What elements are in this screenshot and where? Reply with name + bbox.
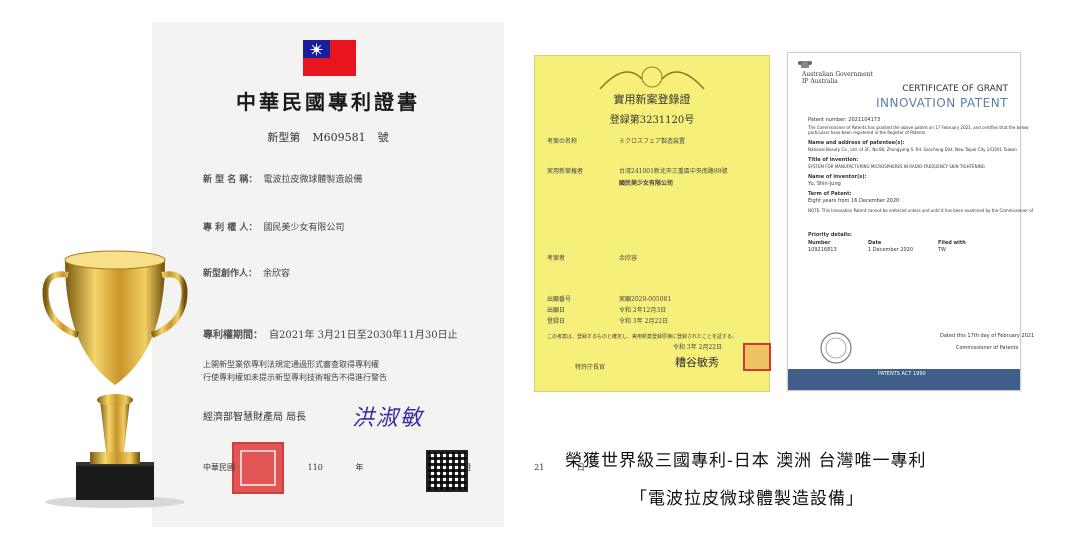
taiwan-patent-certificate: 中華民國專利證書 新型第 M609581 號 新 型 名 稱： 電波拉皮微球體製造設備… [152, 22, 585, 527]
issuing-authority: 經濟部智慧財產局 局長 [203, 412, 307, 423]
patent-number: 新型第 M609581 號 [267, 131, 389, 144]
dated-line: Dated this 17th day of February 2021 [940, 333, 1035, 339]
jp-row: 実用新案権者 台湾241001新北市三重區中央南路98號 [547, 168, 728, 175]
jp-date: 令和 3年 2月22日 [673, 344, 723, 351]
caption-line-1: 榮獲世界級三國專利-日本 澳洲 台灣唯一專利 [565, 451, 927, 471]
intro-text: particulars have been registered in the … [808, 130, 927, 135]
term-value: Eight years from 16 December 2020 [808, 198, 900, 204]
certificate-of-grant-heading: CERTIFICATE OF GRANT [902, 84, 1008, 94]
priority-header: Filed with [938, 240, 966, 246]
jp-row: 國民美少女有限公司 [619, 180, 674, 187]
patentee-label: Name and address of patentee(s): [808, 140, 905, 146]
term-label: Term of Patent: [808, 191, 852, 197]
jp-row: 考案の名称 ミクロスフェア製造装置 [547, 138, 686, 145]
patents-act-label: PATENTS ACT 1990 [878, 371, 926, 377]
jp-row: 出願日 令和 2年12月3日 [547, 307, 667, 314]
note-text: NOTE: This Innovation Patent cannot be e… [808, 208, 1034, 213]
priority-header: Number [808, 240, 831, 246]
seal-icon [820, 332, 852, 364]
coat-of-arms-icon [798, 61, 812, 68]
caption-line-2: 「電波拉皮微球體製造設備」 [630, 489, 864, 509]
term-row: 專利權期間： 自2021年 3月21日至2030年11月30日止 [203, 330, 458, 341]
creator-row: 新型創作人： 余欣容 [203, 269, 291, 279]
invention-name-row: 新 型 名 稱： 電波拉皮微球體製造設備 [203, 175, 363, 185]
inventor-label: Name of inventor(s): [808, 174, 867, 180]
red-seal-stamp [743, 343, 771, 371]
priority-value: 1 December 2020 [868, 247, 914, 253]
inventor-value: Yu, Shin-Jung [808, 181, 841, 187]
jp-issuer: 特許庁長官 [575, 364, 606, 371]
jp-row: 考案者 余欣容 [547, 255, 638, 262]
innovation-patent-heading: INNOVATION PATENT [875, 96, 1008, 110]
commissioner: Commissioner of Patents [956, 345, 1019, 351]
government-label: Australian Government IP Australia [802, 71, 873, 85]
priority-label: Priority details: [808, 232, 852, 238]
priority-value: 109216813 [808, 247, 837, 253]
priority-value: TW [938, 247, 946, 253]
patent-number: Patent number: 2021104173 [808, 117, 881, 123]
jp-statement: この考案は、登録するものと確定し、実用新案登録原簿に登録されたことを証する。 [547, 334, 738, 340]
gold-trophy-icon [42, 250, 188, 508]
australia-innovation-patent-certificate: Australian Government IP Australia CERTI… [787, 52, 1034, 391]
registration-number: 登録第3231120号 [609, 115, 695, 126]
japan-utility-model-certificate: 實用新案登錄證 登録第3231120号 考案の名称 ミクロスフェア製造装置 実用新… [534, 55, 771, 392]
jp-issuer-name: 糟谷敏秀 [675, 356, 719, 369]
jp-row: 登録日 令和 3年 2月22日 [547, 318, 669, 325]
jp-row: 出願番号 実願2020-005081 [547, 296, 672, 303]
certificate-title: 中華民國專利證書 [236, 90, 420, 114]
title-label: Title of invention: [808, 157, 859, 163]
title-value: SYSTEM FOR MANUFACTURING MICROSPHERES IN… [808, 164, 985, 169]
certificate-title: 實用新案登錄證 [613, 93, 691, 106]
signature: 洪淑敏 [352, 406, 425, 431]
certificate-notice: 上開新型業依專利法規定通過形式審查取得專利權 行使專利權如未提示新型專利技術報告… [203, 360, 387, 382]
chrysanthemum-crest-icon [599, 66, 705, 90]
priority-header: Date [868, 240, 882, 246]
qr-code-icon [426, 450, 468, 492]
taiwan-flag-icon [303, 40, 356, 76]
patentee-row: 專 利 權 人： 國民美少女有限公司 [203, 223, 345, 233]
patentee-value: National Beauty Co., Ltd. of 3F., No.98,… [808, 147, 1017, 152]
